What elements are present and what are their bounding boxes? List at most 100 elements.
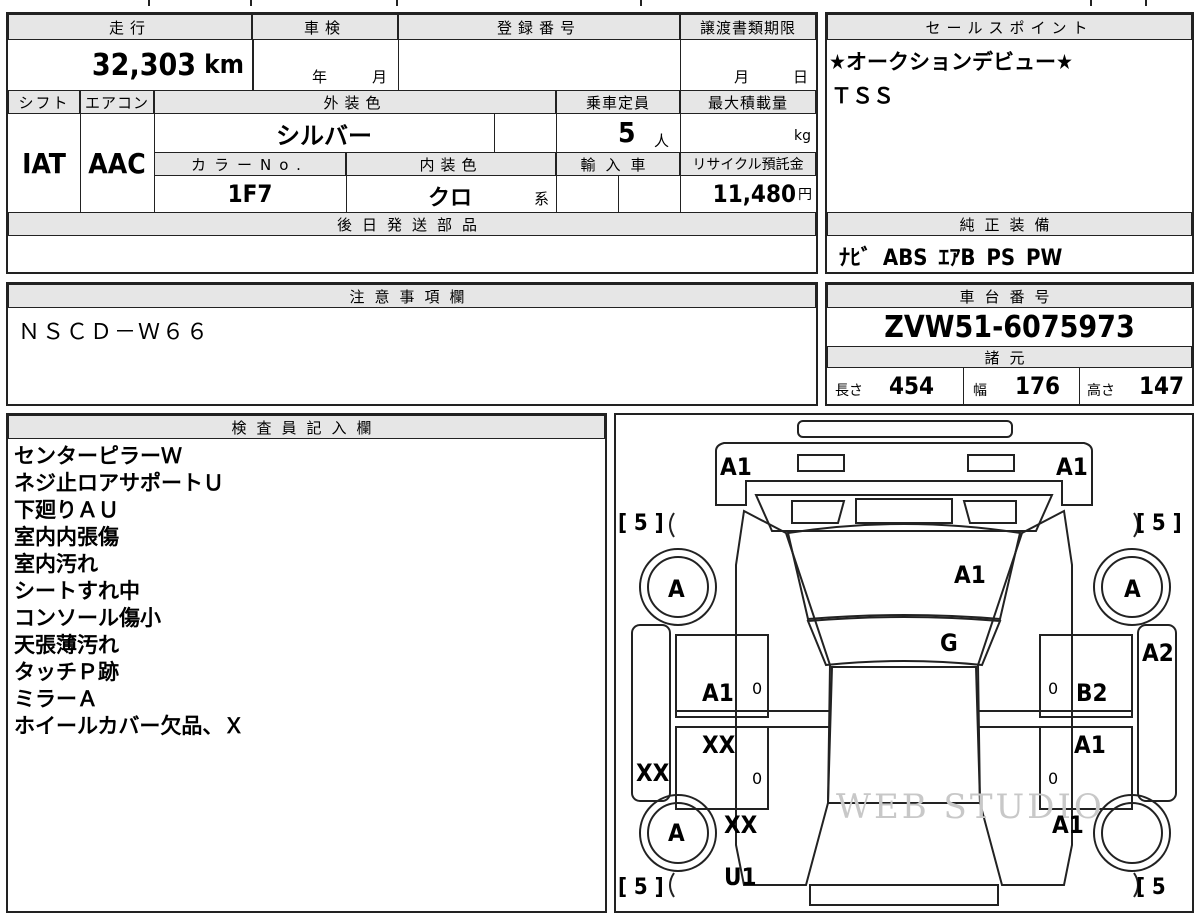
quarter-right-label: A1 bbox=[1052, 811, 1084, 839]
chassis-box: 車台番号 ZVW51-6075973 諸元 長さ 454 幅 176 高さ 14… bbox=[825, 282, 1194, 406]
notes-text: ＮＳＣＤ－Ｗ６６ bbox=[18, 320, 211, 345]
height-label: 高さ bbox=[1087, 383, 1115, 399]
max-load-unit: kg bbox=[794, 128, 811, 144]
tire-rear-left: [ 5 ] bbox=[618, 875, 664, 900]
front-bumper-bar bbox=[797, 420, 1013, 438]
mileage-cell: 32,303 km bbox=[8, 40, 252, 90]
recycle-header: リサイクル預託金 bbox=[680, 152, 816, 176]
tire-rear-right: [ 5 bbox=[1136, 875, 1166, 900]
inspector-header: 検査員記入欄 bbox=[8, 415, 605, 439]
comment-line: センターピラーＷ bbox=[14, 444, 182, 468]
front-bumper-left-label: A1 bbox=[720, 453, 752, 481]
color-no-header: カラーNo. bbox=[154, 152, 346, 176]
interior-color-suffix: 系 bbox=[534, 190, 550, 208]
spec-height: 高さ 147 bbox=[1079, 368, 1192, 404]
front-door-right-label: B2 bbox=[1076, 679, 1108, 707]
recycle-value: 11,480 bbox=[712, 180, 796, 208]
comment-line: ミラーＡ bbox=[14, 687, 98, 711]
shift-value: IAT bbox=[22, 146, 66, 180]
recycle-unit: 円 bbox=[798, 187, 812, 203]
width-label: 幅 bbox=[973, 383, 987, 399]
quarter-left-label: XX bbox=[724, 811, 758, 839]
exterior-color-value: シルバー bbox=[276, 121, 372, 150]
length-label: 長さ bbox=[835, 383, 863, 399]
equipment-header: 純正装備 bbox=[827, 212, 1192, 236]
rear-door-right-label: A1 bbox=[1074, 731, 1106, 759]
tire-bracket-left-front bbox=[669, 512, 675, 538]
inspection-year-unit: 年 bbox=[312, 68, 328, 86]
tire-front-right: [ 5 ] bbox=[1136, 511, 1182, 536]
windshield-outline bbox=[806, 616, 1002, 667]
comment-line: 下廻りＡＵ bbox=[14, 498, 119, 522]
wheel-front-left-label: A bbox=[668, 575, 685, 603]
mark-front-left: 0 bbox=[752, 679, 763, 698]
transfer-day-unit: 日 bbox=[793, 68, 809, 86]
interior-color-header: 内装色 bbox=[346, 152, 556, 176]
specs-header: 諸元 bbox=[827, 346, 1192, 368]
wheel-front-right-label: A bbox=[1124, 575, 1141, 603]
registration-header: 登録番号 bbox=[398, 14, 680, 40]
comment-line: タッチＰ跡 bbox=[14, 660, 119, 684]
capacity-cell: 5 人 bbox=[556, 114, 680, 152]
headlight-right bbox=[967, 454, 1015, 472]
comment-line: コンソール傷小 bbox=[14, 606, 161, 630]
front-cowl-inner bbox=[962, 500, 1017, 524]
max-load-header: 最大積載量 bbox=[680, 90, 816, 114]
notes-box: 注意事項欄 ＮＳＣＤ－Ｗ６６ bbox=[6, 282, 818, 406]
aircon-header: エアコン bbox=[80, 90, 154, 114]
aircon-value: AAC bbox=[88, 146, 146, 180]
damage-diagram-box: WEB STUDIO [ 5 ] [ 5 ] [ 5 ] [ 5 A1 A1 A… bbox=[614, 413, 1194, 913]
import-header: 輸入車 bbox=[556, 152, 680, 176]
capacity-header: 乗車定員 bbox=[556, 90, 680, 114]
color-no-value: 1F7 bbox=[227, 180, 273, 208]
front-cowl-inner bbox=[791, 500, 846, 524]
equipment-items: ﾅﾋﾞ ABS ｴｱB PS PW bbox=[839, 246, 1063, 271]
mileage-value: 32,303 bbox=[91, 47, 197, 83]
mark-rear-right: 0 bbox=[1048, 769, 1059, 788]
sales-point-box: セールスポイント ★オークションデビュー★ ＴＳＳ 純正装備 ﾅﾋﾞ ABS ｴ… bbox=[825, 12, 1194, 274]
interior-color-cell: クロ 系 bbox=[346, 176, 556, 212]
hood-label: A1 bbox=[954, 561, 986, 589]
capacity-unit: 人 bbox=[654, 132, 670, 150]
car-diagram bbox=[631, 420, 1177, 906]
height-value: 147 bbox=[1139, 372, 1185, 400]
interior-color-value: クロ bbox=[428, 186, 473, 211]
later-parts-header: 後日発送部品 bbox=[8, 212, 816, 236]
sales-point-line1: ★オークションデビュー★ bbox=[829, 50, 1073, 74]
vehicle-info-table: 走行 車検 登録番号 譲渡書類期限 32,303 km 年 月 月 日 シフト … bbox=[6, 12, 818, 274]
sales-point-header: セールスポイント bbox=[827, 14, 1192, 40]
wheel-rear-left-label: A bbox=[668, 819, 685, 847]
tire-bracket-left-rear bbox=[669, 872, 675, 898]
tire-front-left: [ 5 ] bbox=[618, 511, 664, 536]
notes-header: 注意事項欄 bbox=[8, 284, 816, 308]
mileage-unit: km bbox=[204, 50, 244, 80]
comment-line: 室内内張傷 bbox=[14, 525, 119, 549]
rear-bumper-top bbox=[809, 884, 999, 906]
comment-line: 室内汚れ bbox=[14, 552, 98, 576]
spec-length: 長さ 454 bbox=[827, 368, 963, 404]
exterior-color-header: 外装色 bbox=[154, 90, 556, 114]
inspection-header: 車検 bbox=[252, 14, 398, 40]
transfer-deadline-header: 譲渡書類期限 bbox=[680, 14, 816, 40]
fender-right-label: A2 bbox=[1142, 639, 1174, 667]
chassis-header: 車台番号 bbox=[827, 284, 1192, 308]
comment-line: シートすれ中 bbox=[14, 579, 140, 603]
sales-point-line2: ＴＳＳ bbox=[831, 84, 894, 108]
windshield-label: G bbox=[940, 629, 958, 657]
width-value: 176 bbox=[1015, 372, 1061, 400]
front-cowl-center bbox=[855, 498, 953, 524]
chassis-number: ZVW51-6075973 bbox=[884, 309, 1135, 345]
capacity-value: 5 bbox=[618, 116, 636, 149]
inspection-month-unit: 月 bbox=[372, 68, 388, 86]
inspector-comments: センターピラーＷ ネジ止ロアサポートＵ 下廻りＡＵ 室内内張傷 室内汚れ シート… bbox=[14, 443, 244, 740]
mark-rear-left: 0 bbox=[752, 769, 763, 788]
comment-line: 天張薄汚れ bbox=[14, 633, 119, 657]
recycle-cell: 11,480 円 bbox=[680, 176, 816, 212]
roof-outline bbox=[826, 666, 982, 804]
spec-width: 幅 176 bbox=[963, 368, 1079, 404]
front-door-left-label: A1 bbox=[702, 679, 734, 707]
front-bumper-right-label: A1 bbox=[1056, 453, 1088, 481]
rear-door-left-label: XX bbox=[702, 731, 736, 759]
shift-header: シフト bbox=[8, 90, 80, 114]
top-strip bbox=[0, 0, 1200, 6]
